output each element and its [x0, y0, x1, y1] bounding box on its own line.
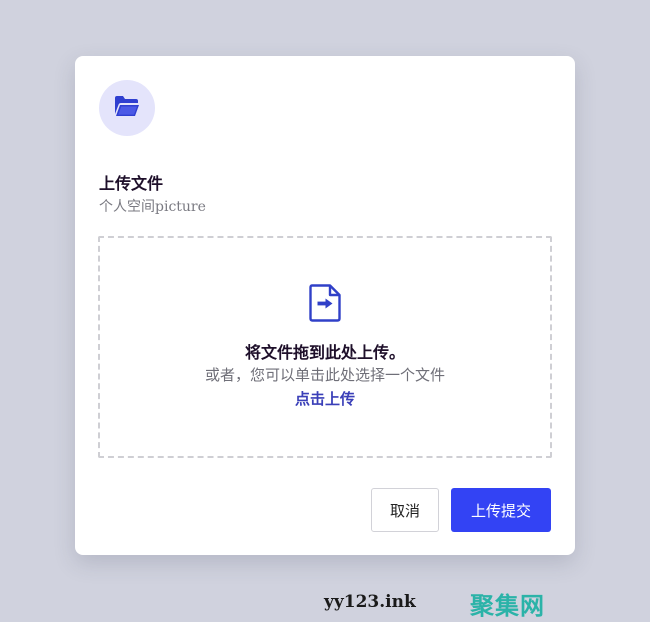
dropzone-main-text: 将文件拖到此处上传。 [244, 343, 405, 362]
folder-badge [99, 80, 155, 136]
dialog-title: 上传文件 [99, 174, 164, 193]
submit-upload-button[interactable]: 上传提交 [451, 488, 551, 532]
watermark-right: 聚集网 [470, 592, 545, 620]
dropzone-alt-text: 或者，您可以单击此处选择一个文件 [204, 366, 445, 384]
dialog-subtitle: 个人空间picture [99, 199, 206, 215]
click-upload-link[interactable]: 点击上传 [100, 388, 550, 409]
upload-dialog: 上传文件 个人空间picture 将文件拖到此处上传。 或者，您可以单击此处选择… [75, 56, 575, 555]
file-dropzone[interactable]: 将文件拖到此处上传。 或者，您可以单击此处选择一个文件 点击上传 [98, 236, 552, 458]
folder-open-icon [114, 95, 140, 121]
watermark-left: yy123.ink [324, 592, 416, 612]
cancel-button[interactable]: 取消 [371, 488, 439, 532]
file-upload-icon [309, 284, 341, 322]
